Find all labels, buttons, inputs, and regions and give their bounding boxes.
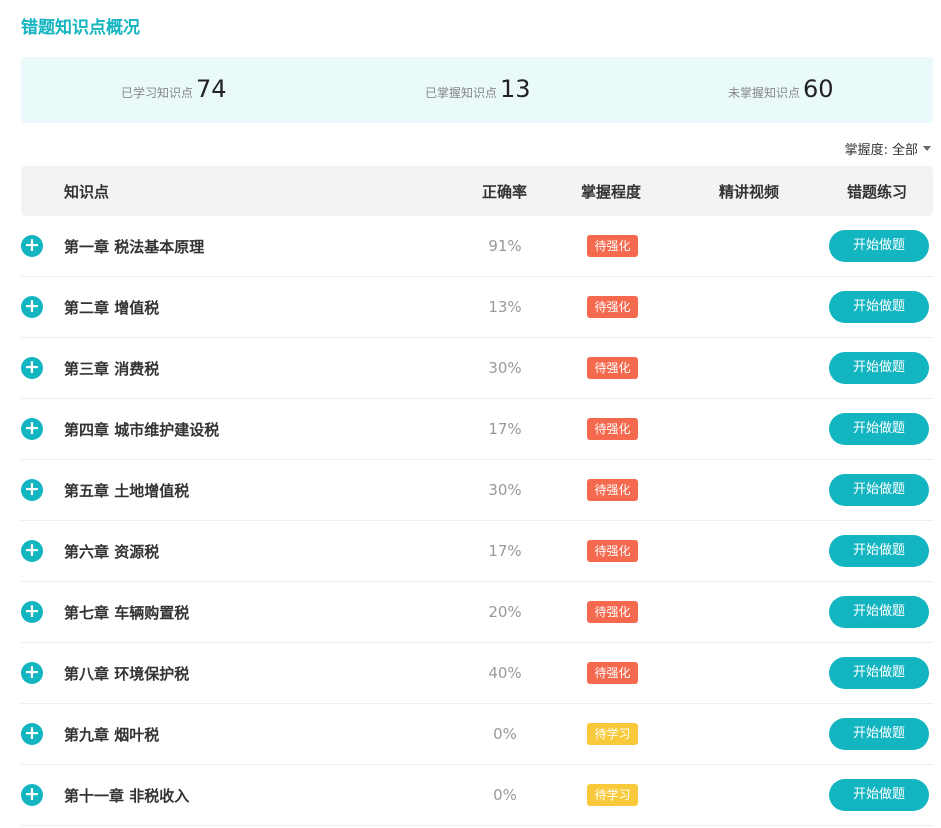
table-row: + 第四章 城市维护建设税 17% 待强化 开始做题 xyxy=(21,399,933,460)
mastery-badge: 待强化 xyxy=(587,296,638,318)
stat-learned-value: 74 xyxy=(196,75,227,103)
stat-unmastered: 未掌握知识点 60 xyxy=(728,75,834,103)
caret-down-icon xyxy=(923,146,931,151)
stats-panel: 已学习知识点 74 已掌握知识点 13 未掌握知识点 60 xyxy=(21,57,933,123)
stat-unmastered-value: 60 xyxy=(803,75,834,103)
start-practice-button[interactable]: 开始做题 xyxy=(829,779,929,811)
stat-mastered-label: 已掌握知识点 xyxy=(425,86,498,100)
plus-circle-icon[interactable]: + xyxy=(21,540,43,562)
table-row: + 第五章 土地增值税 30% 待强化 开始做题 xyxy=(21,460,933,521)
header-accuracy: 正确率 xyxy=(482,183,528,201)
plus-circle-icon[interactable]: + xyxy=(21,235,43,257)
mastery-filter-label: 掌握度: xyxy=(844,143,888,158)
table-row: + 第九章 烟叶税 0% 待学习 开始做题 xyxy=(21,704,933,765)
row-accuracy: 0% xyxy=(493,786,517,804)
row-accuracy: 13% xyxy=(488,298,522,316)
table-row: + 第二章 增值税 13% 待强化 开始做题 xyxy=(21,277,933,338)
mastery-filter-value: 全部 xyxy=(891,143,918,158)
mastery-badge: 待强化 xyxy=(587,479,638,501)
start-practice-button[interactable]: 开始做题 xyxy=(829,352,929,384)
mastery-badge: 待学习 xyxy=(587,723,638,745)
start-practice-button[interactable]: 开始做题 xyxy=(829,718,929,750)
stat-mastered: 已掌握知识点 13 xyxy=(425,75,531,103)
table-row: + 第三章 消费税 30% 待强化 开始做题 xyxy=(21,338,933,399)
row-accuracy: 40% xyxy=(488,664,522,682)
mastery-badge: 待强化 xyxy=(587,601,638,623)
plus-circle-icon[interactable]: + xyxy=(21,723,43,745)
start-practice-button[interactable]: 开始做题 xyxy=(829,535,929,567)
table-row: + 第六章 资源税 17% 待强化 开始做题 xyxy=(21,521,933,582)
mastery-badge: 待强化 xyxy=(587,418,638,440)
plus-circle-icon[interactable]: + xyxy=(21,296,43,318)
row-topic: 第一章 税法基本原理 xyxy=(64,238,205,256)
start-practice-button[interactable]: 开始做题 xyxy=(829,413,929,445)
start-practice-button[interactable]: 开始做题 xyxy=(829,596,929,628)
row-topic: 第二章 增值税 xyxy=(64,299,160,317)
row-accuracy: 20% xyxy=(488,603,522,621)
stat-learned: 已学习知识点 74 xyxy=(121,75,227,103)
mastery-badge: 待强化 xyxy=(587,357,638,379)
row-topic: 第四章 城市维护建设税 xyxy=(64,421,220,439)
start-practice-button[interactable]: 开始做题 xyxy=(829,291,929,323)
mastery-filter-dropdown[interactable]: 掌握度: 全部 xyxy=(845,139,931,158)
mastery-badge: 待强化 xyxy=(587,235,638,257)
mastery-badge: 待强化 xyxy=(587,540,638,562)
row-topic: 第八章 环境保护税 xyxy=(64,665,190,683)
start-practice-button[interactable]: 开始做题 xyxy=(829,230,929,262)
plus-circle-icon[interactable]: + xyxy=(21,479,43,501)
row-accuracy: 17% xyxy=(488,542,522,560)
table-row: + 第十一章 非税收入 0% 待学习 开始做题 xyxy=(21,765,933,826)
plus-circle-icon[interactable]: + xyxy=(21,784,43,806)
plus-circle-icon[interactable]: + xyxy=(21,418,43,440)
row-topic: 第七章 车辆购置税 xyxy=(64,604,190,622)
start-practice-button[interactable]: 开始做题 xyxy=(829,474,929,506)
row-accuracy: 0% xyxy=(493,725,517,743)
row-accuracy: 17% xyxy=(488,420,522,438)
stat-mastered-value: 13 xyxy=(500,75,531,103)
row-topic: 第三章 消费税 xyxy=(64,360,160,378)
plus-circle-icon[interactable]: + xyxy=(21,662,43,684)
mastery-badge: 待强化 xyxy=(587,662,638,684)
row-accuracy: 91% xyxy=(488,237,522,255)
header-mastery: 掌握程度 xyxy=(581,183,642,201)
stat-unmastered-label: 未掌握知识点 xyxy=(728,86,801,100)
plus-circle-icon[interactable]: + xyxy=(21,357,43,379)
header-video: 精讲视频 xyxy=(719,183,780,201)
page-title: 错题知识点概况 xyxy=(21,18,140,38)
stat-learned-label: 已学习知识点 xyxy=(121,86,194,100)
row-accuracy: 30% xyxy=(488,359,522,377)
table-row: + 第七章 车辆购置税 20% 待强化 开始做题 xyxy=(21,582,933,643)
row-topic: 第六章 资源税 xyxy=(64,543,160,561)
table-row: + 第八章 环境保护税 40% 待强化 开始做题 xyxy=(21,643,933,704)
header-practice: 错题练习 xyxy=(847,183,908,201)
row-accuracy: 30% xyxy=(488,481,522,499)
start-practice-button[interactable]: 开始做题 xyxy=(829,657,929,689)
row-topic: 第九章 烟叶税 xyxy=(64,726,160,744)
row-topic: 第五章 土地增值税 xyxy=(64,482,190,500)
header-topic: 知识点 xyxy=(64,183,110,201)
topic-table-body: + 第一章 税法基本原理 91% 待强化 开始做题 + 第二章 增值税 13% … xyxy=(21,216,933,826)
table-row: + 第一章 税法基本原理 91% 待强化 开始做题 xyxy=(21,216,933,277)
plus-circle-icon[interactable]: + xyxy=(21,601,43,623)
row-topic: 第十一章 非税收入 xyxy=(64,787,190,805)
table-header: 知识点 正确率 掌握程度 精讲视频 错题练习 xyxy=(21,166,933,216)
mastery-badge: 待学习 xyxy=(587,784,638,806)
